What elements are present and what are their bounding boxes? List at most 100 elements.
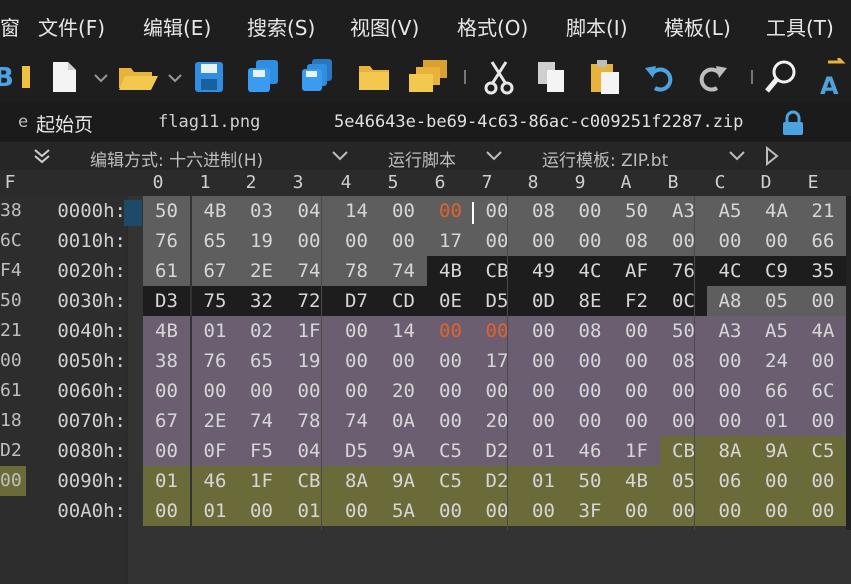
hex-byte[interactable]: 00 [285, 376, 333, 406]
hex-byte[interactable]: 00 [285, 226, 333, 256]
hex-byte[interactable]: 46 [192, 466, 238, 496]
hex-byte[interactable]: 14 [380, 316, 427, 346]
menu-file[interactable]: 文件(F) [38, 12, 105, 41]
hex-byte[interactable]: 08 [520, 196, 567, 226]
hex-byte[interactable]: D2 [474, 466, 520, 496]
menu-format[interactable]: 格式(O) [457, 12, 528, 41]
hex-byte[interactable]: 8A [333, 466, 380, 496]
hex-byte[interactable]: 4B [192, 196, 238, 226]
hex-byte[interactable]: 78 [333, 256, 380, 286]
hex-byte[interactable]: 21 [800, 196, 846, 226]
hex-byte[interactable]: 00 [427, 346, 474, 376]
hex-byte[interactable]: 4C [707, 256, 753, 286]
hex-byte[interactable]: 00 [427, 406, 474, 436]
hex-byte[interactable]: 00 [474, 226, 520, 256]
hex-byte[interactable]: 4B [613, 466, 660, 496]
hex-byte[interactable]: 8A [707, 436, 753, 466]
hex-byte[interactable]: F2 [613, 286, 660, 316]
hex-byte[interactable]: 49 [520, 256, 567, 286]
hex-byte[interactable]: 00 [333, 226, 380, 256]
hex-byte[interactable]: 19 [238, 226, 285, 256]
hex-byte[interactable]: 9A [753, 436, 800, 466]
cut-icon[interactable] [482, 58, 516, 96]
hex-byte[interactable]: 74 [238, 406, 285, 436]
hex-byte[interactable]: 74 [380, 256, 427, 286]
menu-window-partial[interactable]: 窗 [0, 12, 20, 41]
hex-byte[interactable]: D3 [143, 286, 190, 316]
hex-byte[interactable]: 01 [285, 496, 333, 526]
hex-byte[interactable]: A5 [753, 316, 800, 346]
hex-byte[interactable]: 8E [567, 286, 613, 316]
hex-byte[interactable]: 00 [474, 196, 520, 226]
hex-byte[interactable]: 08 [567, 316, 613, 346]
hex-byte[interactable]: 0A [380, 406, 427, 436]
play-icon[interactable] [764, 146, 780, 166]
hex-byte[interactable]: 1F [285, 316, 333, 346]
open-folder-icon[interactable] [116, 58, 160, 96]
hex-byte[interactable]: 00 [427, 316, 474, 346]
hex-byte[interactable]: 78 [285, 406, 333, 436]
hex-byte[interactable]: 00 [800, 286, 846, 316]
hex-byte[interactable]: 66 [753, 376, 800, 406]
hex-byte[interactable]: 00 [427, 196, 474, 226]
hex-byte[interactable]: 01 [520, 436, 567, 466]
chevron-down-icon[interactable] [727, 148, 747, 164]
find-icon[interactable] [764, 58, 798, 96]
hex-byte[interactable]: 1F [238, 466, 285, 496]
run-script-dropdown[interactable]: 运行脚本 [388, 146, 456, 171]
hex-byte[interactable]: 00 [427, 496, 474, 526]
undo-icon[interactable] [642, 58, 676, 96]
hex-byte[interactable]: 00 [707, 406, 753, 436]
tab-zip-file[interactable]: 5e46643e-be69-4c63-86ac-c009251f2287.zip [334, 112, 743, 132]
new-file-icon[interactable] [48, 58, 82, 96]
save-as-icon[interactable] [246, 58, 280, 96]
hex-byte[interactable]: 00 [143, 376, 190, 406]
menu-search[interactable]: 搜索(S) [247, 12, 315, 41]
hex-byte[interactable]: 05 [753, 286, 800, 316]
hex-byte[interactable]: 00 [474, 376, 520, 406]
hex-byte[interactable]: 4B [143, 316, 190, 346]
hex-byte[interactable]: A3 [707, 316, 753, 346]
hex-byte[interactable]: 76 [143, 226, 190, 256]
hex-byte[interactable]: 00 [520, 496, 567, 526]
hex-byte[interactable]: 4A [753, 196, 800, 226]
hex-byte[interactable]: CB [285, 466, 333, 496]
hex-byte[interactable]: 00 [520, 406, 567, 436]
hex-byte[interactable]: 76 [660, 256, 707, 286]
chevron-down-icon[interactable] [166, 58, 184, 96]
hex-byte[interactable]: 9A [380, 436, 427, 466]
hex-byte[interactable]: 00 [800, 346, 846, 376]
hex-byte[interactable]: 00 [520, 316, 567, 346]
hex-byte[interactable]: 00 [238, 376, 285, 406]
hex-byte[interactable]: 00 [707, 346, 753, 376]
hex-byte[interactable]: 9A [380, 466, 427, 496]
hex-byte[interactable]: 65 [192, 226, 238, 256]
copy-icon[interactable] [534, 58, 568, 96]
hex-byte[interactable]: A5 [707, 196, 753, 226]
hex-byte[interactable]: 00 [520, 346, 567, 376]
hex-byte[interactable]: A3 [660, 196, 707, 226]
hex-byte[interactable]: 67 [143, 406, 190, 436]
hex-byte[interactable]: 00 [474, 316, 520, 346]
hex-byte[interactable]: 00 [333, 346, 380, 376]
hex-byte[interactable]: 00 [800, 496, 846, 526]
hex-byte[interactable]: 00 [520, 376, 567, 406]
hex-byte[interactable]: 00 [380, 196, 427, 226]
hex-byte[interactable]: 0E [427, 286, 474, 316]
hex-byte[interactable]: 02 [238, 316, 285, 346]
hex-byte[interactable]: 20 [380, 376, 427, 406]
hex-byte[interactable]: 00 [238, 496, 285, 526]
hex-byte[interactable]: 00 [660, 226, 707, 256]
hex-byte[interactable]: 00 [380, 226, 427, 256]
hex-byte[interactable]: 66 [800, 226, 846, 256]
hex-byte[interactable]: 03 [238, 196, 285, 226]
hex-byte[interactable]: 5A [380, 496, 427, 526]
hex-byte[interactable]: 46 [567, 436, 613, 466]
menu-template[interactable]: 模板(L) [664, 12, 731, 41]
hex-byte[interactable]: 24 [753, 346, 800, 376]
hex-byte[interactable]: 74 [285, 256, 333, 286]
hex-byte[interactable]: 4A [800, 316, 846, 346]
hex-byte[interactable]: 67 [192, 256, 238, 286]
hex-byte[interactable]: 00 [143, 496, 190, 526]
hex-byte[interactable]: 00 [380, 346, 427, 376]
